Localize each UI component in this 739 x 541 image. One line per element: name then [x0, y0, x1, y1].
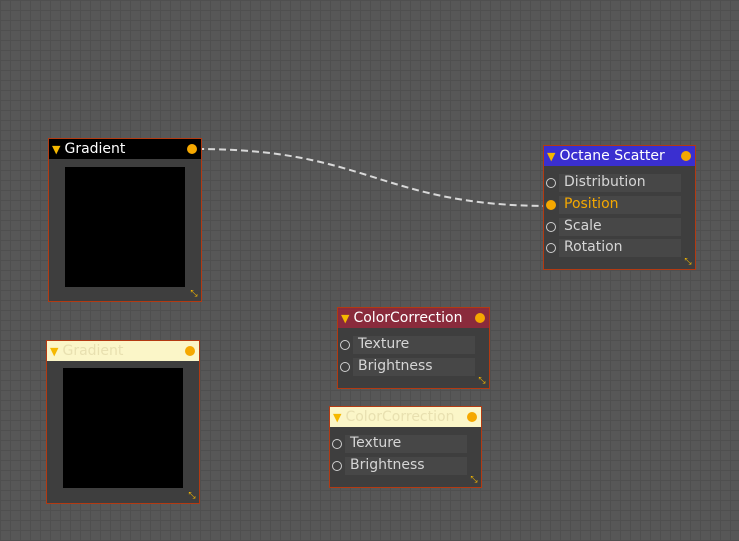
color-correction-node-header[interactable]: ▼ ColorCorrection — [338, 308, 489, 328]
gradient-node-header[interactable]: ▼ Gradient — [47, 341, 199, 361]
pin-label: Scale — [564, 218, 602, 234]
gradient-preview — [65, 167, 185, 287]
output-port[interactable] — [185, 346, 195, 356]
wire-gradient-to-position[interactable] — [196, 148, 551, 207]
pin-label: Brightness — [358, 358, 433, 374]
resize-icon[interactable]: ⤡ — [683, 257, 693, 267]
pin-position[interactable]: Position — [544, 195, 681, 215]
resize-icon[interactable]: ⤡ — [477, 376, 487, 386]
octane-scatter-node[interactable]: ▼ Octane Scatter Distribution Position S… — [543, 145, 696, 270]
pin-label: Distribution — [564, 174, 646, 190]
input-port[interactable] — [546, 178, 556, 188]
collapse-triangle-icon[interactable]: ▼ — [52, 144, 60, 155]
resize-icon[interactable]: ⤡ — [187, 491, 197, 501]
gradient-node-header[interactable]: ▼ Gradient — [49, 139, 201, 159]
gradient-node-inactive[interactable]: ▼ Gradient ⤡ — [46, 340, 200, 504]
gradient-preview — [63, 368, 183, 488]
pin-scale[interactable]: Scale — [544, 217, 681, 237]
pin-brightness[interactable]: Brightness — [338, 357, 475, 377]
color-correction-node[interactable]: ▼ ColorCorrection Texture Brightness ⤡ — [337, 307, 490, 389]
node-title: Gradient — [64, 141, 126, 157]
input-port-connected[interactable] — [546, 200, 556, 210]
collapse-triangle-icon[interactable]: ▼ — [341, 313, 349, 324]
pin-rotation[interactable]: Rotation — [544, 238, 681, 258]
pin-label: Texture — [358, 336, 410, 352]
gradient-node[interactable]: ▼ Gradient ⤡ — [48, 138, 202, 302]
node-title: Gradient — [62, 343, 124, 359]
pin-brightness[interactable]: Brightness — [330, 456, 467, 476]
node-title: ColorCorrection — [345, 409, 455, 425]
resize-icon[interactable]: ⤡ — [189, 289, 199, 299]
input-port[interactable] — [332, 439, 342, 449]
collapse-triangle-icon[interactable]: ▼ — [547, 151, 555, 162]
input-port[interactable] — [332, 461, 342, 471]
node-title: ColorCorrection — [353, 310, 463, 326]
pin-label: Rotation — [564, 239, 623, 255]
pin-label: Texture — [350, 435, 402, 451]
input-port[interactable] — [546, 243, 556, 253]
node-title: Octane Scatter — [559, 148, 665, 164]
pin-texture[interactable]: Texture — [330, 434, 467, 454]
output-port[interactable] — [467, 412, 477, 422]
resize-icon[interactable]: ⤡ — [469, 475, 479, 485]
pin-distribution[interactable]: Distribution — [544, 173, 681, 193]
output-port[interactable] — [681, 151, 691, 161]
output-port[interactable] — [475, 313, 485, 323]
node-editor-canvas[interactable]: ▼ Gradient ⤡ ▼ Gradient ⤡ ▼ Octane Scatt… — [0, 0, 739, 541]
input-port[interactable] — [340, 362, 350, 372]
collapse-triangle-icon[interactable]: ▼ — [333, 412, 341, 423]
octane-scatter-node-header[interactable]: ▼ Octane Scatter — [544, 146, 695, 166]
input-port[interactable] — [546, 222, 556, 232]
input-port[interactable] — [340, 340, 350, 350]
pin-texture[interactable]: Texture — [338, 335, 475, 355]
pin-label: Brightness — [350, 457, 425, 473]
color-correction-node-header[interactable]: ▼ ColorCorrection — [330, 407, 481, 427]
pin-label: Position — [564, 196, 619, 212]
output-port[interactable] — [187, 144, 197, 154]
collapse-triangle-icon[interactable]: ▼ — [50, 346, 58, 357]
color-correction-node-inactive[interactable]: ▼ ColorCorrection Texture Brightness ⤡ — [329, 406, 482, 488]
